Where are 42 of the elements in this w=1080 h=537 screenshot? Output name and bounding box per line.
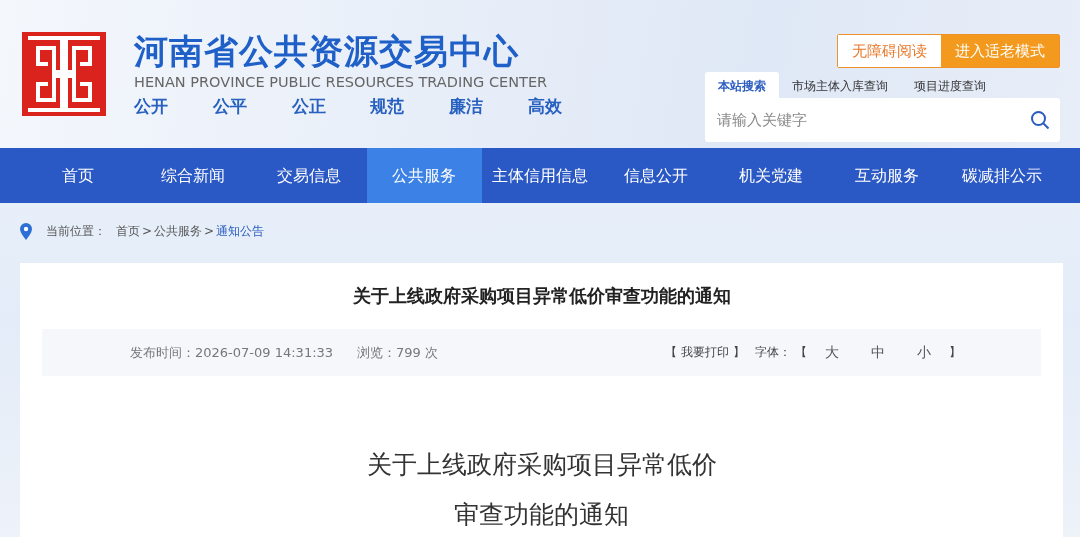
motto: 公平 bbox=[212, 94, 247, 118]
search-tab[interactable]: 项目进度查询 bbox=[901, 72, 999, 98]
breadcrumb-link[interactable]: 通知公告 bbox=[216, 222, 265, 240]
search-tab[interactable]: 市场主体入库查询 bbox=[779, 72, 901, 98]
article-title: 关于上线政府采购项目异常低价审查功能的通知 bbox=[351, 284, 732, 308]
view-count: 浏览：799 次 bbox=[357, 344, 439, 360]
logo-icon bbox=[22, 32, 106, 116]
font-size-option[interactable]: 小 bbox=[917, 343, 931, 362]
motto: 公正 bbox=[291, 94, 326, 118]
nav-tab[interactable]: 信息公开 bbox=[597, 148, 714, 203]
body-title-line: 关于上线政府采购项目异常低价 bbox=[365, 449, 718, 481]
bracket: 【 bbox=[795, 343, 807, 361]
font-size-label: 字体： bbox=[755, 343, 791, 361]
location-pin-icon bbox=[20, 222, 32, 240]
motto: 公开 bbox=[134, 94, 168, 118]
breadcrumb-separator: > bbox=[204, 224, 215, 238]
print-link[interactable]: 【 我要打印 】 bbox=[665, 343, 745, 362]
site-subtitle: HENAN PROVINCE PUBLIC RESOURCES TRADING CENTER bbox=[134, 72, 549, 91]
nav-tab[interactable]: 首页 bbox=[20, 148, 136, 203]
font-size-option[interactable]: 中 bbox=[871, 343, 885, 362]
nav-tab[interactable]: 交易信息 bbox=[251, 148, 367, 203]
breadcrumb-separator: > bbox=[142, 224, 153, 238]
search-icon[interactable] bbox=[1030, 110, 1050, 130]
breadcrumb-link[interactable]: 首页 bbox=[116, 222, 140, 240]
breadcrumb-label: 当前位置： bbox=[46, 222, 106, 240]
site-title: 河南省公共资源交易中心 bbox=[134, 30, 520, 71]
nav-tab[interactable]: 综合新闻 bbox=[135, 148, 252, 203]
motto: 廉洁 bbox=[449, 94, 484, 118]
font-size-option[interactable]: 大 bbox=[825, 343, 839, 362]
nav-tab[interactable]: 公共服务 bbox=[366, 148, 483, 203]
nav-tab[interactable]: 机关党建 bbox=[713, 148, 829, 203]
search-tab[interactable]: 本站搜索 bbox=[705, 72, 779, 98]
bracket: 】 bbox=[949, 343, 961, 361]
nav-tab[interactable]: 碳减排公示 bbox=[944, 148, 1061, 203]
publish-time: 发布时间：2026-07-09 14:31:33 bbox=[130, 343, 334, 362]
body-title-line: 审查功能的通知 bbox=[453, 499, 630, 531]
nav-tab[interactable]: 互动服务 bbox=[828, 148, 945, 203]
motto: 规范 bbox=[370, 94, 405, 118]
motto: 高效 bbox=[528, 94, 562, 118]
breadcrumb-link[interactable]: 公共服务 bbox=[154, 222, 203, 240]
nav-tab[interactable]: 主体信用信息 bbox=[482, 148, 598, 203]
search-field[interactable]: 请输入关键字 bbox=[705, 98, 1060, 142]
